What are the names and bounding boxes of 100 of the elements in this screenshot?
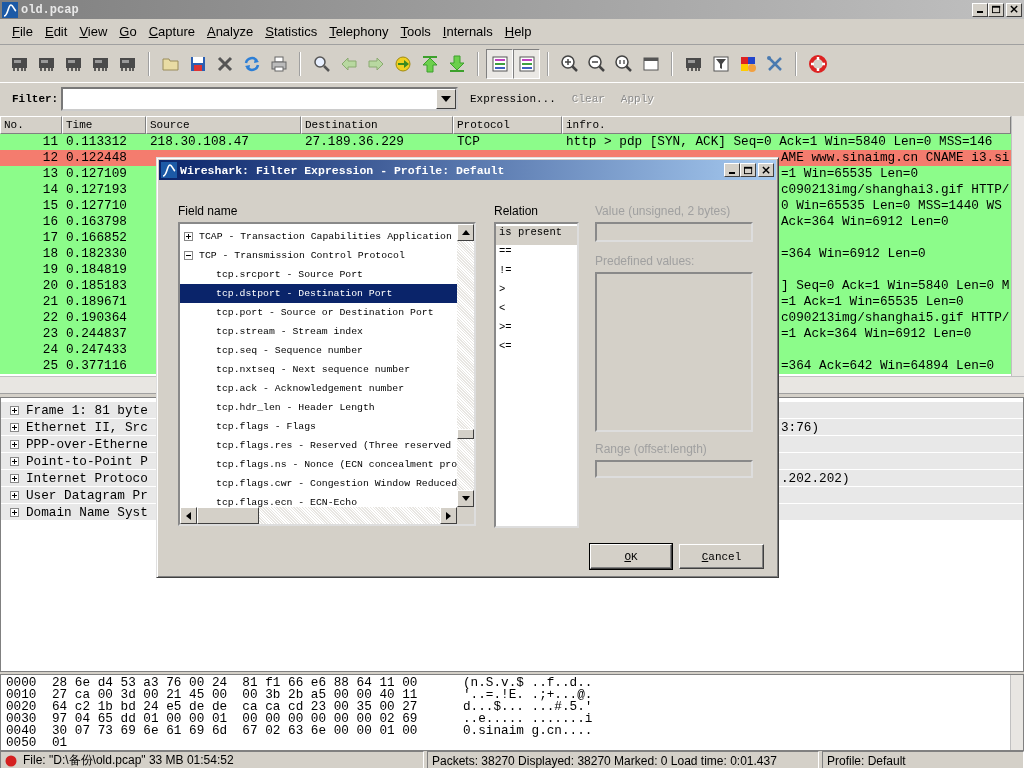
tree-item[interactable]: tcp.flags - Flags bbox=[180, 417, 457, 436]
expander-icon[interactable] bbox=[10, 439, 19, 449]
expander-icon[interactable] bbox=[10, 456, 19, 466]
ascii-text: ..e..... .......i bbox=[463, 711, 593, 723]
list-item[interactable]: is present bbox=[496, 226, 577, 245]
list-item[interactable]: <= bbox=[496, 340, 577, 359]
list-item[interactable]: > bbox=[496, 283, 577, 302]
status-icon bbox=[5, 754, 17, 767]
column-header[interactable]: Protocol bbox=[453, 116, 562, 134]
list-item[interactable]: != bbox=[496, 264, 577, 283]
hex-offset: 0020 bbox=[5, 699, 38, 711]
tree-item[interactable]: TCP - Transmission Control Protocol bbox=[180, 246, 457, 265]
dropdown-button[interactable] bbox=[436, 88, 456, 109]
table-cell-text: 27.189.36.229 bbox=[304, 134, 405, 150]
scrollbar[interactable] bbox=[180, 507, 474, 524]
column-header[interactable]: Destination bbox=[301, 116, 453, 134]
maximize-button[interactable] bbox=[988, 2, 1004, 17]
hex-offset: 0040 bbox=[5, 723, 38, 735]
column-header[interactable]: No. bbox=[0, 116, 62, 134]
tree-item[interactable]: tcp.ack - Acknowledgement number bbox=[180, 379, 457, 398]
menu-item[interactable]: Go bbox=[113, 24, 143, 39]
table-cell-text: c090213img/shanghai3.gif HTTP/ bbox=[780, 182, 1010, 198]
toolbar-button[interactable] bbox=[513, 48, 540, 79]
hex-bytes: 28 6e d4 53 a3 76 00 24 81 f1 66 e6 88 64 11 00 bbox=[52, 675, 419, 687]
arrow-down-icon bbox=[461, 496, 470, 501]
tree-item[interactable]: TCAP - Transaction Capabilities Application bbox=[180, 227, 457, 246]
arrow-up-icon bbox=[461, 230, 470, 235]
menu-item[interactable]: Telephony bbox=[323, 24, 395, 39]
list-item[interactable]: == bbox=[496, 245, 577, 264]
expander-icon[interactable] bbox=[184, 232, 193, 241]
minimize-button[interactable] bbox=[972, 2, 988, 17]
toolbar-button[interactable] bbox=[486, 48, 513, 79]
tree-item[interactable]: tcp.flags.res - Reserved (Three reserved bbox=[180, 436, 457, 455]
column-header[interactable]: Time bbox=[62, 116, 146, 134]
table-cell-text: c090213img/shanghai5.gif HTTP/ bbox=[780, 310, 1010, 326]
table-cell-text: 0.166852 bbox=[65, 230, 128, 246]
tree-item[interactable]: tcp.nxtseq - Next sequence number bbox=[180, 360, 457, 379]
menu-item[interactable]: Tools bbox=[394, 24, 437, 39]
field-list[interactable] bbox=[178, 222, 476, 526]
close-button[interactable] bbox=[1006, 2, 1022, 17]
tree-label: Internet Protoco bbox=[26, 470, 148, 486]
tree-item[interactable]: tcp.flags.ns - Nonce (ECN concealment pro bbox=[180, 455, 457, 474]
tree-item[interactable]: tcp.flags.ecn - ECN-Echo bbox=[180, 493, 457, 507]
scroll-thumb[interactable] bbox=[197, 507, 259, 524]
table-cell-text: =1 Win=65535 Len=0 bbox=[780, 166, 919, 182]
dialog-button[interactable]: OK bbox=[590, 544, 672, 569]
status-text: Profile: Default bbox=[827, 753, 906, 768]
scrollbar[interactable] bbox=[1011, 116, 1024, 376]
list-item[interactable]: < bbox=[496, 302, 577, 321]
menu-item[interactable]: Edit bbox=[38, 24, 74, 39]
tree-item[interactable]: tcp.port - Source or Destination Port bbox=[180, 303, 457, 322]
menu-item[interactable]: View bbox=[73, 24, 114, 39]
menu-item[interactable]: Statistics bbox=[259, 24, 324, 39]
hex-bytes: 97 04 65 dd 01 00 00 01 00 00 00 00 00 00 02 69 bbox=[52, 711, 419, 723]
scroll-thumb[interactable] bbox=[457, 429, 474, 439]
list-icon bbox=[516, 53, 537, 74]
tree-label: Domain Name Syst bbox=[26, 504, 148, 520]
packet-row[interactable]: 11 0.113312 218.30.108.47 27.189.36.229 TCP http > pdp [SYN, ACK] Seq=0 Ack=1 Win=5840 Len=0 MSS=146 bbox=[0, 134, 1011, 150]
caret-icon bbox=[441, 95, 451, 102]
table-cell-text: 0.377116 bbox=[65, 358, 128, 374]
table-cell-text: =364 Ack=642 Win=64894 Len=0 bbox=[780, 358, 995, 374]
tree-item[interactable]: tcp.seq - Sequence number bbox=[180, 341, 457, 360]
table-cell-text: AME www.sinaimg.cn CNAME i3.si bbox=[780, 150, 1010, 166]
hex-bytes: 30 07 73 69 6e 61 69 6d 67 02 63 6e 00 00 01 00 bbox=[52, 723, 419, 735]
table-cell-text: ] Seq=0 Ack=1 Win=5840 Len=0 M bbox=[780, 278, 1010, 294]
expander-icon[interactable] bbox=[10, 507, 19, 517]
expander-icon[interactable] bbox=[10, 490, 19, 500]
filter-field[interactable] bbox=[61, 86, 458, 111]
minimize-button[interactable] bbox=[724, 163, 740, 177]
table-cell-text: 0.127193 bbox=[65, 182, 128, 198]
menu-item[interactable]: Help bbox=[498, 24, 538, 39]
dialog-button[interactable]: Cancel bbox=[679, 544, 764, 569]
list-item[interactable]: >= bbox=[496, 321, 577, 340]
tree-label: .202.202) bbox=[781, 470, 850, 486]
expander-icon[interactable] bbox=[10, 473, 19, 483]
tree-item[interactable]: tcp.flags.cwr - Congestion Window Reduced bbox=[180, 474, 457, 493]
tree-item[interactable]: tcp.srcport - Source Port bbox=[180, 265, 457, 284]
menu-item[interactable]: Capture bbox=[142, 24, 201, 39]
menu-item[interactable]: Internals bbox=[436, 24, 499, 39]
scrollbar[interactable] bbox=[1010, 675, 1023, 750]
column-header[interactable]: Source bbox=[146, 116, 301, 134]
column-header[interactable]: infro. bbox=[562, 116, 1011, 134]
table-cell-text: 0.189671 bbox=[65, 294, 128, 310]
expander-icon[interactable] bbox=[10, 422, 19, 432]
relation-list[interactable]: is present == != > < >= <= bbox=[494, 222, 579, 528]
menu-item[interactable]: Analyze bbox=[200, 24, 260, 39]
status-text: File: "D:\备份\old.pcap" 33 MB 01:54:52 bbox=[23, 752, 234, 768]
tree-item[interactable]: tcp.dstport - Destination Port bbox=[180, 284, 457, 303]
scrollbar[interactable] bbox=[457, 224, 474, 507]
menu-item[interactable]: File bbox=[6, 24, 39, 39]
maximize-button[interactable] bbox=[740, 163, 756, 177]
expander-icon[interactable] bbox=[184, 251, 193, 260]
expander-icon[interactable] bbox=[10, 405, 19, 415]
status-text: Packets: 38270 Displayed: 38270 Marked: 0 Load time: 0:01.437 bbox=[432, 753, 777, 768]
hex-bytes: 64 c2 1b bd 24 e5 de de ca ca cd 23 00 35 00 27 bbox=[52, 699, 419, 711]
close-button[interactable] bbox=[758, 163, 774, 177]
filter-button[interactable]: Expression... bbox=[462, 92, 564, 105]
tree-item[interactable]: tcp.stream - Stream index bbox=[180, 322, 457, 341]
list-icon bbox=[489, 53, 510, 74]
tree-item[interactable]: tcp.hdr_len - Header Length bbox=[180, 398, 457, 417]
